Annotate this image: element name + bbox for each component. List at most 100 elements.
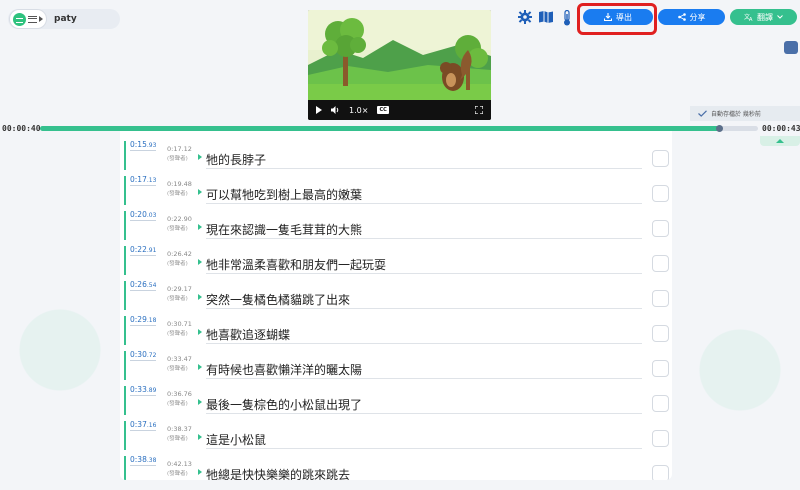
subtitle-text[interactable]: 可以幫牠吃到樹上最高的嫩葉 (206, 186, 362, 203)
subtitle-row[interactable]: 0:26.54 0:29.17 (發聲者) 突然一隻橘色橘貓跳了出來 (120, 275, 672, 310)
speaker-label[interactable]: (發聲者) (167, 329, 188, 337)
start-time[interactable]: 0:29.18 (130, 315, 157, 326)
subtitle-row[interactable]: 0:38.38 0:42.13 (發聲者) 牠總是快快樂樂的跳來跳去 (120, 450, 672, 480)
start-time[interactable]: 0:30.72 (130, 350, 157, 361)
subtitle-text[interactable]: 最後一隻棕色的小松鼠出現了 (206, 396, 362, 413)
start-time[interactable]: 0:26.54 (130, 280, 157, 291)
expand-caret-icon[interactable] (198, 364, 202, 370)
subtitle-row[interactable]: 0:22.91 0:26.42 (發聲者) 牠非常溫柔喜歡和朋友們一起玩耍 (120, 240, 672, 275)
start-time[interactable]: 0:20.03 (130, 210, 157, 221)
end-time[interactable]: 0:42.13 (167, 460, 192, 468)
playback-speed-button[interactable]: 1.0× (349, 106, 368, 115)
speaker-label[interactable]: (發聲者) (167, 259, 188, 267)
row-checkbox[interactable] (652, 395, 669, 412)
start-time[interactable]: 0:38.38 (130, 455, 157, 466)
row-checkbox[interactable] (652, 360, 669, 377)
subtitle-text[interactable]: 有時候也喜歡懶洋洋的曬太陽 (206, 361, 362, 378)
app-menu-button[interactable] (10, 10, 46, 28)
expand-caret-icon[interactable] (198, 224, 202, 230)
expand-caret-icon[interactable] (198, 399, 202, 405)
speaker-label[interactable]: (發聲者) (167, 469, 188, 477)
end-time[interactable]: 0:29.17 (167, 285, 192, 293)
expand-caret-icon[interactable] (198, 259, 202, 265)
subtitle-text[interactable]: 牠的長脖子 (206, 151, 266, 168)
translate-button[interactable]: 文 A 翻譯 (730, 9, 797, 25)
subtitle-row[interactable]: 0:29.18 0:30.71 (發聲者) 牠喜歡追逐蝴蝶 (120, 310, 672, 345)
start-time[interactable]: 0:17.13 (130, 175, 157, 186)
start-time[interactable]: 0:33.89 (130, 385, 157, 396)
end-time[interactable]: 0:33.47 (167, 355, 192, 363)
start-time[interactable]: 0:22.91 (130, 245, 157, 256)
collapse-panel-button[interactable] (760, 136, 800, 146)
speaker-label[interactable]: (發聲者) (167, 434, 188, 442)
subtitle-text[interactable]: 這是小松鼠 (206, 431, 266, 448)
subtitle-row[interactable]: 0:37.16 0:38.37 (發聲者) 這是小松鼠 (120, 415, 672, 450)
row-checkbox[interactable] (652, 255, 669, 272)
expand-caret-icon[interactable] (198, 329, 202, 335)
end-time[interactable]: 0:38.37 (167, 425, 192, 433)
gear-icon[interactable] (518, 10, 532, 24)
fullscreen-icon[interactable] (475, 106, 483, 114)
row-checkbox[interactable] (652, 150, 669, 167)
end-time[interactable]: 0:22.90 (167, 215, 192, 223)
captions-button[interactable]: CC (377, 106, 389, 114)
subtitle-row[interactable]: 0:33.89 0:36.76 (發聲者) 最後一隻棕色的小松鼠出現了 (120, 380, 672, 415)
row-divider (206, 168, 642, 169)
subtitle-text[interactable]: 牠喜歡追逐蝴蝶 (206, 326, 290, 343)
row-marker (124, 316, 126, 345)
speaker-label[interactable]: (發聲者) (167, 189, 188, 197)
share-icon (677, 13, 686, 21)
speaker-label[interactable]: (發聲者) (167, 224, 188, 232)
subtitle-row[interactable]: 0:17.13 0:19.48 (發聲者) 可以幫牠吃到樹上最高的嫩葉 (120, 170, 672, 205)
export-highlight-annotation (577, 3, 657, 35)
expand-caret-icon[interactable] (198, 294, 202, 300)
expand-caret-icon[interactable] (198, 154, 202, 160)
speaker-label[interactable]: (發聲者) (167, 154, 188, 162)
row-checkbox[interactable] (652, 185, 669, 202)
chevron-down-icon (777, 15, 783, 19)
row-checkbox[interactable] (652, 325, 669, 342)
subtitle-row[interactable]: 0:30.72 0:33.47 (發聲者) 有時候也喜歡懶洋洋的曬太陽 (120, 345, 672, 380)
row-checkbox[interactable] (652, 430, 669, 447)
chevron-right-icon (39, 16, 43, 22)
thermometer-icon[interactable] (562, 10, 572, 26)
row-checkbox[interactable] (652, 290, 669, 307)
volume-icon[interactable] (331, 106, 340, 114)
end-time[interactable]: 0:26.42 (167, 250, 192, 258)
subtitle-text[interactable]: 突然一隻橘色橘貓跳了出來 (206, 291, 350, 308)
end-time[interactable]: 0:19.48 (167, 180, 192, 188)
subtitle-text[interactable]: 牠總是快快樂樂的跳來跳去 (206, 466, 350, 480)
row-divider (206, 273, 642, 274)
play-icon[interactable] (316, 106, 322, 114)
end-time[interactable]: 0:36.76 (167, 390, 192, 398)
video-player[interactable]: 1.0× CC (308, 10, 491, 120)
speaker-label[interactable]: (發聲者) (167, 399, 188, 407)
book-map-icon[interactable] (538, 10, 554, 24)
row-checkbox[interactable] (652, 465, 669, 480)
subtitle-list: 0:15.93 0:17.12 (發聲者) 牠的長脖子 0:17.13 0:19… (120, 131, 672, 480)
subtitle-text[interactable]: 牠非常溫柔喜歡和朋友們一起玩耍 (206, 256, 386, 273)
end-time[interactable]: 0:30.71 (167, 320, 192, 328)
row-marker (124, 456, 126, 480)
timeline-handle[interactable] (716, 125, 724, 132)
row-marker (124, 211, 126, 240)
speaker-label[interactable]: (發聲者) (167, 364, 188, 372)
subtitle-row[interactable]: 0:15.93 0:17.12 (發聲者) 牠的長脖子 (120, 135, 672, 170)
expand-caret-icon[interactable] (198, 469, 202, 475)
feedback-icon[interactable] (784, 41, 798, 54)
video-controls: 1.0× CC (308, 100, 491, 120)
subtitle-row[interactable]: 0:20.03 0:22.90 (發聲者) 現在來認識一隻毛茸茸的大熊 (120, 205, 672, 240)
end-time[interactable]: 0:17.12 (167, 145, 192, 153)
start-time[interactable]: 0:37.16 (130, 420, 157, 431)
expand-caret-icon[interactable] (198, 189, 202, 195)
row-divider (206, 308, 642, 309)
project-selector[interactable]: paty (8, 9, 120, 29)
expand-caret-icon[interactable] (198, 434, 202, 440)
autosave-status: 自動存檔於 幾秒前 (690, 106, 800, 121)
translate-icon: 文 A (744, 13, 753, 21)
row-checkbox[interactable] (652, 220, 669, 237)
share-button[interactable]: 分享 (658, 9, 725, 25)
subtitle-text[interactable]: 現在來認識一隻毛茸茸的大熊 (206, 221, 362, 238)
speaker-label[interactable]: (發聲者) (167, 294, 188, 302)
start-time[interactable]: 0:15.93 (130, 140, 157, 151)
